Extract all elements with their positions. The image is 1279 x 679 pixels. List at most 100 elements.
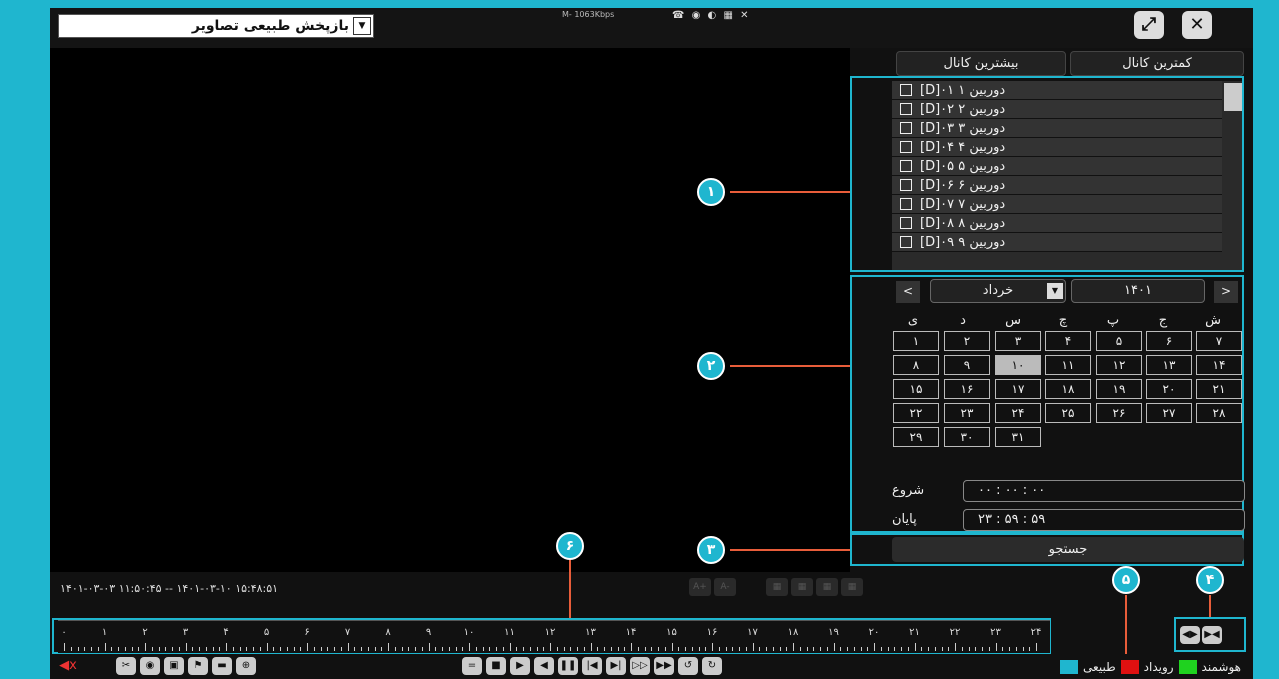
calendar-day[interactable]: ۲۰ bbox=[1146, 379, 1192, 399]
timeline-minor-tick bbox=[644, 647, 646, 651]
calendar-day[interactable]: ۳۰ bbox=[944, 427, 990, 447]
timeline-minor-tick bbox=[97, 647, 99, 651]
layout-1-button[interactable]: ▦ bbox=[766, 578, 788, 596]
lock-icon[interactable]: ▣ bbox=[164, 657, 184, 675]
end-time-input[interactable]: ۲۳ : ۵۹ : ۵۹ bbox=[963, 509, 1245, 531]
calendar-day[interactable]: ۱۱ bbox=[1045, 355, 1091, 375]
calendar-day[interactable]: ۲۳ bbox=[944, 403, 990, 423]
timeline-hour-tick bbox=[104, 643, 106, 651]
calendar-day[interactable]: ۱۵ bbox=[893, 379, 939, 399]
timeline-minor-tick bbox=[1022, 647, 1024, 651]
calendar-day[interactable]: ۲۷ bbox=[1146, 403, 1192, 423]
calendar-day[interactable]: ۲۴ bbox=[995, 403, 1041, 423]
calendar-day[interactable]: ۱۰ bbox=[995, 355, 1041, 375]
min-channel-button[interactable]: کمترین کانال bbox=[1070, 51, 1244, 76]
close-button[interactable]: ✕ bbox=[1182, 11, 1212, 39]
zoom-out-button[interactable]: A- bbox=[714, 578, 736, 596]
calendar-day[interactable]: ۱ bbox=[893, 331, 939, 351]
weekday-header: پ bbox=[1106, 313, 1120, 328]
fast-forward-icon[interactable]: ▶▶ bbox=[654, 657, 674, 675]
next-month-button[interactable]: > bbox=[1214, 281, 1238, 303]
timeline-hour-tick bbox=[226, 643, 227, 651]
calendar-day[interactable]: ۵ bbox=[1096, 331, 1142, 351]
prev-frame-icon[interactable]: |◀ bbox=[582, 657, 602, 675]
playback-mode-select[interactable]: بازپخش طبیعی تصاویر ▼ bbox=[58, 14, 374, 38]
snapshot-icon[interactable]: ◉ bbox=[140, 657, 160, 675]
clip-icon[interactable]: ✂ bbox=[116, 657, 136, 675]
calendar-day[interactable]: ۲۵ bbox=[1045, 403, 1091, 423]
timeline-hour-tick bbox=[469, 643, 470, 651]
folder-icon[interactable]: ▬ bbox=[212, 657, 232, 675]
calendar-day[interactable]: ۶ bbox=[1146, 331, 1192, 351]
shrink-timeline-button[interactable]: ◀▶ bbox=[1180, 626, 1200, 644]
timeline-minor-tick bbox=[442, 647, 443, 651]
timeline-minor-tick bbox=[907, 647, 909, 651]
timeline-minor-tick bbox=[610, 647, 612, 651]
calendar-day[interactable]: ۲۸ bbox=[1196, 403, 1242, 423]
timeline-hour-label: ۲۳ bbox=[990, 627, 1001, 638]
calendar-day[interactable]: ۴ bbox=[1045, 331, 1091, 351]
callout-6: ۶ bbox=[556, 532, 584, 560]
reverse-play-icon[interactable]: ◀ bbox=[534, 657, 554, 675]
timeline-minor-tick bbox=[408, 647, 410, 651]
calendar-day[interactable]: ۳ bbox=[995, 331, 1041, 351]
timeline-minor-tick bbox=[293, 647, 295, 651]
next-frame-icon[interactable]: ▶| bbox=[606, 657, 626, 675]
timeline[interactable]: ۰ ۱ ۲ ۳ ۴ ۵ ۶ ۷ ۸ ۹ ۱۰ ۱۱ ۱۲ ۱۳ ۱۴ ۱۵ ۱۶ ۱۷ ۱۸ ۱۹ ۲۰ ۲۱ ۲۲ ۲۳ ۲۴ bbox=[58, 620, 1050, 653]
timeline-minor-tick bbox=[597, 647, 599, 651]
weekday-header: ی bbox=[907, 313, 919, 328]
calendar-day[interactable]: ۸ bbox=[893, 355, 939, 375]
timeline-minor-tick bbox=[165, 647, 167, 651]
timeline-minor-tick bbox=[982, 647, 983, 651]
calendar-day[interactable]: ۱۷ bbox=[995, 379, 1041, 399]
expand-timeline-button[interactable]: ▶◀ bbox=[1202, 626, 1222, 644]
calendar-day[interactable]: ۱۲ bbox=[1096, 355, 1142, 375]
timeline-minor-tick bbox=[340, 647, 342, 651]
start-time-input[interactable]: ۰۰ : ۰۰ : ۰۰ bbox=[963, 480, 1245, 502]
fullscreen-button[interactable]: ⤢ bbox=[1134, 11, 1164, 39]
search-button[interactable]: جستجو bbox=[892, 537, 1244, 562]
calendar-day[interactable]: ۲ bbox=[944, 331, 990, 351]
max-channel-button[interactable]: بیشترین کانال bbox=[896, 51, 1066, 76]
calendar-day[interactable]: ۷ bbox=[1196, 331, 1242, 351]
timeline-minor-tick bbox=[698, 647, 700, 651]
timeline-minor-tick bbox=[691, 647, 693, 651]
prev-month-button[interactable]: < bbox=[896, 281, 920, 303]
layout-4-button[interactable]: ▦ bbox=[791, 578, 813, 596]
calendar-day[interactable]: ۳۱ bbox=[995, 427, 1041, 447]
timeline-minor-tick bbox=[327, 647, 329, 651]
year-select[interactable]: ۱۴۰۱ bbox=[1071, 279, 1205, 303]
skip-forward-30s-icon[interactable]: ↻ bbox=[702, 657, 722, 675]
timeline-minor-tick bbox=[212, 647, 214, 651]
calendar-day[interactable]: ۱۳ bbox=[1146, 355, 1192, 375]
zoom-in-button[interactable]: A+ bbox=[689, 578, 711, 596]
calendar-day[interactable]: ۱۶ bbox=[944, 379, 990, 399]
calendar-day[interactable]: ۲۶ bbox=[1096, 403, 1142, 423]
calendar-day[interactable]: ۱۴ bbox=[1196, 355, 1242, 375]
zoom-icon[interactable]: ⊕ bbox=[236, 657, 256, 675]
timeline-hour-label: ۲۲ bbox=[949, 627, 961, 638]
play-icon[interactable]: ▶ bbox=[510, 657, 530, 675]
calendar-day[interactable]: ۱۸ bbox=[1045, 379, 1091, 399]
timeline-minor-tick bbox=[563, 647, 565, 651]
tag-icon[interactable]: ⚑ bbox=[188, 657, 208, 675]
calendar-day[interactable]: ۲۹ bbox=[893, 427, 939, 447]
calendar-day[interactable]: ۲۱ bbox=[1196, 379, 1242, 399]
video-area[interactable] bbox=[50, 48, 850, 572]
layout-9-button[interactable]: ▦ bbox=[816, 578, 838, 596]
calendar-day[interactable]: ۲۲ bbox=[893, 403, 939, 423]
stop-icon[interactable]: ■ bbox=[486, 657, 506, 675]
month-select[interactable]: خرداد ▼ bbox=[930, 279, 1066, 303]
calendar-day[interactable]: ۱۹ bbox=[1096, 379, 1142, 399]
split-icon[interactable]: = bbox=[462, 657, 482, 675]
skip-back-30s-icon[interactable]: ↺ bbox=[678, 657, 698, 675]
timeline-minor-tick bbox=[577, 647, 578, 651]
timeline-hour-label: ۱۱ bbox=[504, 627, 515, 638]
layout-16-button[interactable]: ▦ bbox=[841, 578, 863, 596]
pause-icon[interactable]: ❚❚ bbox=[558, 657, 578, 675]
timeline-hour-tick bbox=[266, 643, 268, 651]
timeline-hour-label: ۱۹ bbox=[828, 627, 839, 638]
calendar-day[interactable]: ۹ bbox=[944, 355, 990, 375]
mute-icon[interactable]: ◀x bbox=[58, 657, 78, 675]
slow-icon[interactable]: ▷▷ bbox=[630, 657, 650, 675]
